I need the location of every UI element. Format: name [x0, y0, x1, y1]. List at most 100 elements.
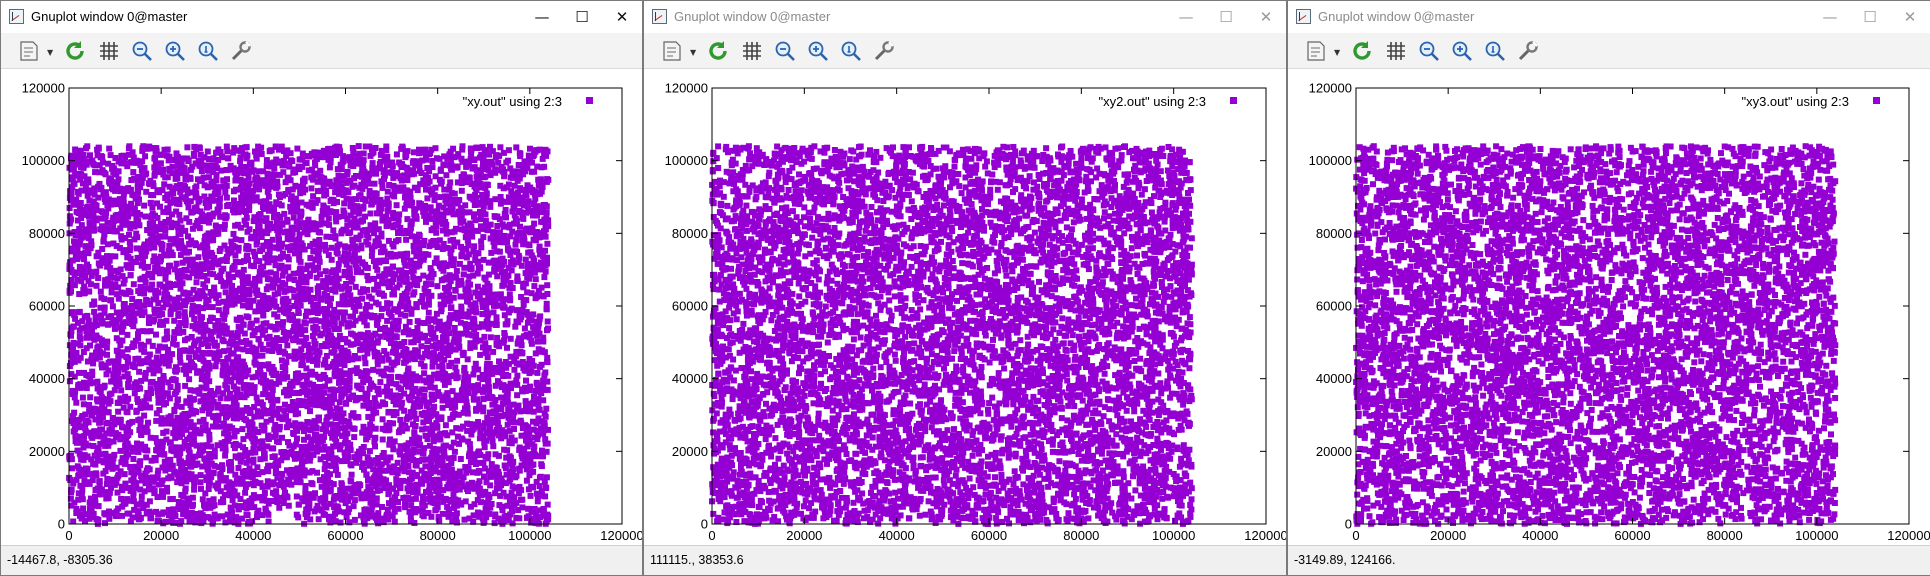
title-bar[interactable]: Gnuplot window 0@master — ☐ ✕	[1, 1, 642, 33]
data-point	[80, 401, 87, 408]
data-point	[183, 398, 190, 405]
data-point	[516, 335, 523, 342]
close-button[interactable]: ✕	[602, 1, 642, 33]
data-point	[115, 269, 122, 276]
data-point	[399, 143, 406, 150]
data-point	[358, 181, 365, 188]
data-point	[309, 468, 316, 475]
data-point	[76, 369, 82, 376]
data-point	[378, 233, 385, 240]
data-point	[540, 453, 546, 460]
data-point	[253, 317, 260, 324]
data-point	[357, 331, 364, 338]
grid-icon[interactable]	[97, 39, 121, 63]
data-point	[316, 477, 323, 484]
zoom-next-icon[interactable]	[163, 39, 187, 63]
data-point	[123, 436, 130, 443]
data-point	[293, 441, 300, 448]
data-point	[514, 381, 521, 388]
data-point	[294, 145, 301, 152]
data-point	[432, 145, 439, 152]
data-point	[296, 156, 303, 163]
data-point	[427, 265, 434, 272]
data-point	[72, 241, 78, 248]
data-point	[108, 297, 115, 304]
replot-icon[interactable]	[63, 39, 87, 63]
data-point	[284, 218, 291, 225]
minimize-button[interactable]: —	[522, 1, 562, 33]
options-dropdown-arrow-icon[interactable]: ▼	[47, 48, 53, 57]
data-point	[522, 256, 529, 263]
data-point	[377, 151, 384, 158]
settings-wrench-icon[interactable]	[229, 39, 253, 63]
data-point	[420, 256, 427, 263]
data-point	[156, 281, 163, 288]
data-point	[373, 320, 380, 327]
data-point	[156, 189, 163, 196]
data-point	[325, 156, 332, 163]
data-point	[214, 442, 221, 449]
data-point	[419, 354, 426, 361]
data-point	[450, 439, 457, 446]
autoscale-icon[interactable]	[196, 39, 220, 63]
maximize-button[interactable]: ☐	[562, 1, 602, 33]
data-point	[471, 211, 478, 218]
data-point	[162, 360, 169, 367]
data-point	[457, 293, 464, 300]
data-point	[516, 361, 523, 368]
data-point	[328, 244, 335, 251]
data-point	[126, 239, 133, 245]
data-point	[370, 366, 377, 373]
data-point	[448, 304, 455, 311]
data-point	[87, 152, 93, 159]
scatter-plot[interactable]: 0 20000 40000 60000 80000 100000 1200000200004…	[1, 69, 643, 547]
data-point	[431, 259, 438, 266]
data-point	[152, 435, 159, 442]
data-point	[176, 354, 183, 360]
data-point	[401, 407, 408, 414]
data-point	[160, 493, 166, 500]
data-point	[471, 365, 478, 372]
zoom-previous-icon[interactable]	[130, 39, 154, 63]
data-point	[211, 447, 218, 454]
data-point	[488, 249, 495, 256]
data-point	[445, 485, 452, 492]
data-point	[295, 410, 301, 417]
data-point	[440, 162, 447, 169]
data-point	[143, 188, 150, 195]
gnuplot-window-1[interactable]: Gnuplot window 0@master — ☐ ✕ ▼ 0 20000 40…	[0, 0, 643, 576]
data-point	[395, 237, 402, 243]
data-point	[453, 369, 460, 376]
data-point	[421, 320, 428, 326]
data-point	[458, 187, 465, 194]
options-icon[interactable]	[17, 39, 41, 63]
data-point	[302, 320, 309, 327]
data-point	[516, 467, 523, 474]
data-point	[364, 272, 371, 279]
data-point	[373, 170, 380, 177]
data-point	[154, 494, 161, 500]
data-point	[323, 220, 330, 227]
plot-area[interactable]: 0 20000 40000 60000 80000 100000 120000 0 20000 4…	[1, 69, 642, 547]
data-point	[126, 231, 132, 238]
data-point	[434, 283, 441, 290]
data-point	[122, 480, 129, 487]
data-point	[157, 203, 163, 210]
data-point	[478, 238, 485, 245]
data-point	[385, 491, 392, 498]
data-point	[463, 469, 470, 476]
data-point	[322, 268, 329, 275]
data-point	[216, 200, 223, 207]
data-point	[173, 260, 180, 267]
data-point	[534, 212, 540, 219]
data-point	[410, 421, 416, 428]
data-point	[481, 465, 488, 472]
data-point	[352, 283, 359, 290]
data-point	[425, 510, 432, 516]
data-point	[203, 204, 210, 211]
data-point	[382, 324, 389, 331]
data-point	[393, 202, 400, 209]
data-point	[425, 301, 432, 308]
data-point	[337, 519, 344, 526]
data-point	[302, 483, 309, 489]
